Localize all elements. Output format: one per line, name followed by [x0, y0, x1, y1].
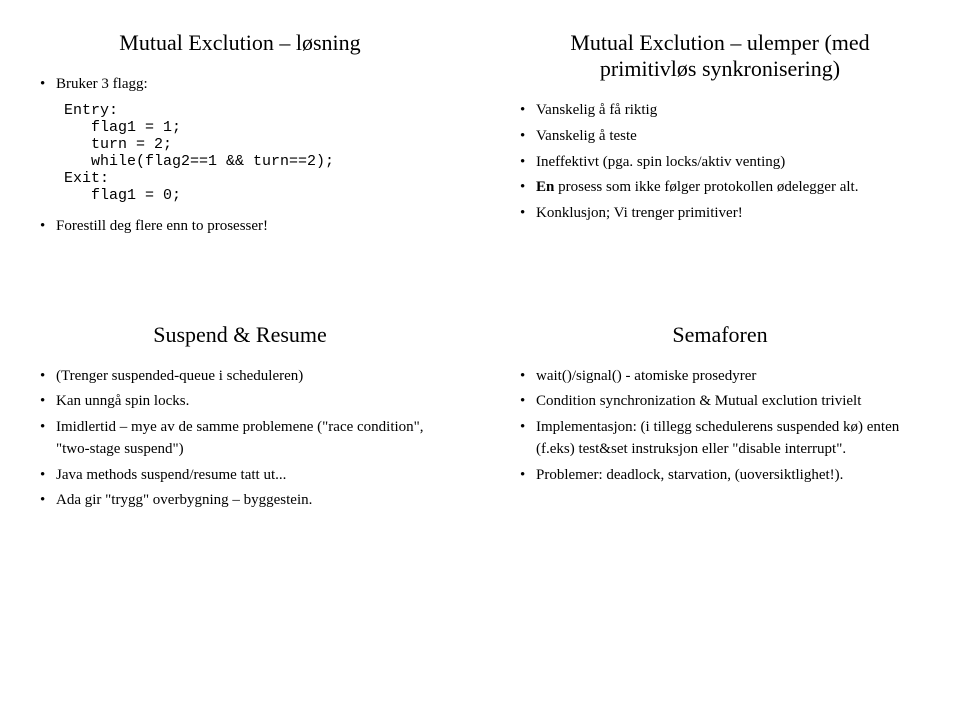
slide-grid: Mutual Exclution – løsning Bruker 3 flag…	[20, 20, 940, 526]
bullet: (Trenger suspended-queue i scheduleren)	[40, 366, 440, 388]
slide-semaphore: Semaforen wait()/signal() - atomiske pro…	[500, 312, 940, 527]
bullet: Imidlertid – mye av de samme problemene …	[40, 417, 440, 461]
bold-word: En	[536, 179, 554, 195]
slide-title: Mutual Exclution – løsning	[40, 30, 440, 56]
bullet: En prosess som ikke følger protokollen ø…	[520, 177, 920, 199]
bullet: Forestill deg flere enn to prosesser!	[40, 216, 440, 238]
code-block: Entry: flag1 = 1; turn = 2; while(flag2=…	[64, 102, 440, 204]
slide-title: Suspend & Resume	[40, 322, 440, 348]
bullet: Vanskelig å få riktig	[520, 100, 920, 122]
slide-mutual-exclusion-solution: Mutual Exclution – løsning Bruker 3 flag…	[20, 20, 460, 252]
bullet: Vanskelig å teste	[520, 126, 920, 148]
bullet: Bruker 3 flagg:	[40, 74, 440, 96]
bullet: Condition synchronization & Mutual exclu…	[520, 391, 920, 413]
bullet: Implementasjon: (i tillegg schedulerens …	[520, 417, 920, 461]
bullet: Problemer: deadlock, starvation, (uovers…	[520, 465, 920, 487]
bullet: Konklusjon; Vi trenger primitiver!	[520, 203, 920, 225]
bullet: Ada gir "trygg" overbygning – byggestein…	[40, 490, 440, 512]
slide-title: Semaforen	[520, 322, 920, 348]
bullet: Ineffektivt (pga. spin locks/aktiv venti…	[520, 152, 920, 174]
bullet: Java methods suspend/resume tatt ut...	[40, 465, 440, 487]
bullet-text: prosess som ikke følger protokollen ødel…	[554, 179, 858, 195]
bullet: wait()/signal() - atomiske prosedyrer	[520, 366, 920, 388]
bullet: Kan unngå spin locks.	[40, 391, 440, 413]
slide-suspend-resume: Suspend & Resume (Trenger suspended-queu…	[20, 312, 460, 527]
slide-title: Mutual Exclution – ulemper (med primitiv…	[520, 30, 920, 82]
slide-mutual-exclusion-drawbacks: Mutual Exclution – ulemper (med primitiv…	[500, 20, 940, 252]
